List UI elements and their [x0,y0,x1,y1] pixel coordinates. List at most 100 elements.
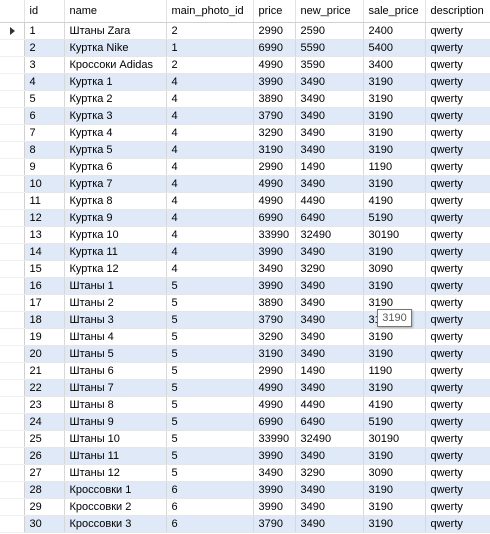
row-selector[interactable] [0,447,25,465]
cell-id[interactable]: 22 [24,379,65,397]
table-row[interactable]: 3 Кроссоки Adidas 2 4990 3590 3400 qwerty [0,56,490,74]
cell-new-price[interactable]: 3590 [295,56,364,74]
row-selector[interactable] [0,124,25,142]
cell-id[interactable]: 5 [24,90,65,108]
cell-price[interactable]: 33990 [253,226,296,244]
cell-new-price[interactable]: 3290 [295,464,364,482]
cell-price[interactable]: 3290 [253,328,296,346]
cell-name[interactable]: Куртка 12 [64,260,167,278]
cell-sale-price[interactable]: 3190 [363,379,426,397]
cell-main-photo-id[interactable]: 4 [166,175,254,193]
cell-description[interactable]: qwerty [425,90,490,108]
cell-main-photo-id[interactable]: 5 [166,464,254,482]
cell-main-photo-id[interactable]: 4 [166,158,254,176]
cell-main-photo-id[interactable]: 4 [166,260,254,278]
cell-name[interactable]: Куртка 10 [64,226,167,244]
cell-sale-price[interactable]: 3190 [363,277,426,295]
row-selector[interactable] [0,209,25,227]
row-selector[interactable] [0,260,25,278]
cell-description[interactable]: qwerty [425,192,490,210]
cell-description[interactable]: qwerty [425,107,490,125]
table-row[interactable]: 11 Куртка 8 4 4990 4490 4190 qwerty [0,192,490,210]
column-header-price[interactable]: price [253,0,296,23]
row-selector[interactable] [0,413,25,431]
cell-price[interactable]: 3290 [253,124,296,142]
cell-sale-price[interactable]: 5190 [363,413,426,431]
cell-new-price[interactable]: 3490 [295,328,364,346]
cell-main-photo-id[interactable]: 4 [166,243,254,261]
cell-id[interactable]: 21 [24,362,65,380]
table-row[interactable]: 1 Штаны Zara 2 2990 2590 2400 qwerty [0,22,490,40]
cell-id[interactable]: 14 [24,243,65,261]
cell-price[interactable]: 6990 [253,39,296,57]
cell-sale-price[interactable]: 3190 [363,124,426,142]
row-selector[interactable] [0,464,25,482]
cell-description[interactable]: qwerty [425,260,490,278]
cell-name[interactable]: Штаны 2 [64,294,167,312]
cell-name[interactable]: Штаны 3 [64,311,167,329]
cell-price[interactable]: 3490 [253,260,296,278]
cell-description[interactable]: qwerty [425,158,490,176]
cell-description[interactable]: qwerty [425,515,490,533]
cell-description[interactable]: qwerty [425,447,490,465]
cell-id[interactable]: 17 [24,294,65,312]
row-selector[interactable] [0,294,25,312]
cell-price[interactable]: 4990 [253,396,296,414]
table-row[interactable]: 28 Кроссовки 1 6 3990 3490 3190 qwerty [0,481,490,499]
row-selector[interactable] [0,90,25,108]
row-selector[interactable] [0,56,25,74]
table-row[interactable]: 9 Куртка 6 4 2990 1490 1190 qwerty [0,158,490,176]
column-header-id[interactable]: id [24,0,65,23]
table-row[interactable]: 16 Штаны 1 5 3990 3490 3190 qwerty [0,277,490,295]
cell-name[interactable]: Штаны Zara [64,22,167,40]
cell-id[interactable]: 24 [24,413,65,431]
cell-main-photo-id[interactable]: 5 [166,328,254,346]
table-row[interactable]: 12 Куртка 9 4 6990 6490 5190 qwerty [0,209,490,227]
cell-main-photo-id[interactable]: 5 [166,311,254,329]
cell-new-price[interactable]: 3490 [295,345,364,363]
cell-name[interactable]: Куртка 3 [64,107,167,125]
cell-name[interactable]: Штаны 8 [64,396,167,414]
cell-price[interactable]: 3790 [253,107,296,125]
cell-id[interactable]: 7 [24,124,65,142]
cell-price[interactable]: 3190 [253,345,296,363]
cell-sale-price[interactable]: 1190 [363,362,426,380]
column-header-description[interactable]: description [425,0,490,23]
cell-price[interactable]: 3890 [253,294,296,312]
cell-main-photo-id[interactable]: 5 [166,345,254,363]
cell-new-price[interactable]: 3490 [295,294,364,312]
cell-id[interactable]: 28 [24,481,65,499]
cell-sale-price[interactable]: 3190 [363,107,426,125]
cell-sale-price[interactable]: 3190 [363,481,426,499]
table-row[interactable]: 13 Куртка 10 4 33990 32490 30190 qwerty [0,226,490,244]
cell-main-photo-id[interactable]: 4 [166,226,254,244]
table-row[interactable]: 7 Куртка 4 4 3290 3490 3190 qwerty [0,124,490,142]
cell-main-photo-id[interactable]: 5 [166,294,254,312]
cell-new-price[interactable]: 1490 [295,158,364,176]
cell-sale-price[interactable]: 3190 [363,73,426,91]
cell-price[interactable]: 3990 [253,498,296,516]
row-selector[interactable] [0,175,25,193]
row-selector[interactable] [0,158,25,176]
cell-new-price[interactable]: 3490 [295,379,364,397]
cell-price[interactable]: 3990 [253,243,296,261]
column-header-main-photo-id[interactable]: main_photo_id [166,0,254,23]
cell-description[interactable]: qwerty [425,396,490,414]
table-row[interactable]: 27 Штаны 12 5 3490 3290 3090 qwerty [0,464,490,482]
cell-name[interactable]: Куртка 1 [64,73,167,91]
cell-main-photo-id[interactable]: 6 [166,481,254,499]
cell-name[interactable]: Кроссовки 1 [64,481,167,499]
cell-sale-price[interactable]: 5400 [363,39,426,57]
cell-description[interactable]: qwerty [425,311,490,329]
row-selector[interactable] [0,107,25,125]
cell-price[interactable]: 2990 [253,22,296,40]
result-grid[interactable]: id name main_photo_id price new_price sa… [0,0,490,534]
cell-sale-price[interactable]: 30190 [363,430,426,448]
cell-name[interactable]: Куртка 5 [64,141,167,159]
cell-price[interactable]: 4990 [253,379,296,397]
cell-price[interactable]: 3990 [253,481,296,499]
row-selector[interactable] [0,39,25,57]
cell-description[interactable]: qwerty [425,175,490,193]
table-row[interactable]: 5 Куртка 2 4 3890 3490 3190 qwerty [0,90,490,108]
cell-price[interactable]: 4990 [253,192,296,210]
